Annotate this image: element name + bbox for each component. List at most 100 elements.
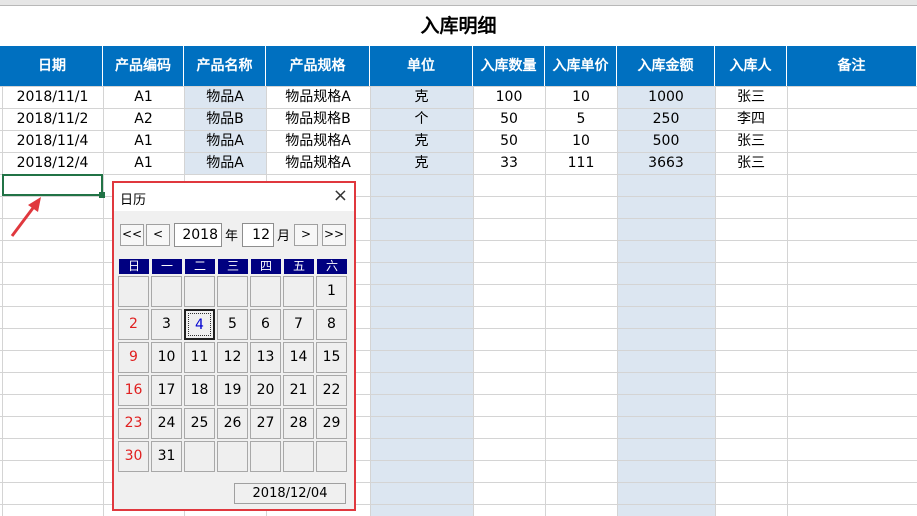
calendar-day[interactable]: 18 — [184, 375, 215, 406]
calendar-day[interactable]: 13 — [250, 342, 281, 373]
column-header: 入库数量 — [473, 46, 545, 86]
table-cell[interactable]: 100 — [473, 86, 545, 108]
table-cell[interactable]: 50 — [473, 130, 545, 152]
month-input[interactable]: 12 — [242, 223, 274, 247]
calendar-day[interactable]: 19 — [217, 375, 248, 406]
calendar-day-empty[interactable] — [217, 441, 248, 472]
table-cell[interactable]: 1000 — [617, 86, 715, 108]
calendar-day-empty[interactable] — [184, 276, 215, 307]
calendar-day[interactable]: 31 — [151, 441, 182, 472]
table-cell[interactable]: 克 — [370, 130, 473, 152]
table-cell[interactable]: 李四 — [715, 108, 787, 130]
calendar-day-empty[interactable] — [283, 276, 314, 307]
calendar-day[interactable]: 20 — [250, 375, 281, 406]
prev-month-button[interactable]: < — [146, 224, 170, 246]
calendar-day-empty[interactable] — [118, 276, 149, 307]
column-header: 入库人 — [715, 46, 787, 86]
calendar-day[interactable]: 1 — [316, 276, 347, 307]
calendar-day-empty[interactable] — [184, 441, 215, 472]
table-cell[interactable]: A2 — [103, 108, 184, 130]
calendar-day[interactable]: 30 — [118, 441, 149, 472]
year-input[interactable]: 2018 — [174, 223, 222, 247]
table-cell[interactable]: 克 — [370, 152, 473, 174]
table-cell[interactable]: 111 — [545, 152, 617, 174]
calendar-day-empty[interactable] — [250, 441, 281, 472]
calendar-day[interactable]: 25 — [184, 408, 215, 439]
calendar-day[interactable]: 12 — [217, 342, 248, 373]
table-cell[interactable] — [787, 86, 917, 108]
active-cell[interactable] — [2, 174, 103, 196]
table-cell[interactable] — [787, 108, 917, 130]
gridline — [0, 174, 917, 175]
calendar-day[interactable]: 9 — [118, 342, 149, 373]
calendar-day[interactable]: 23 — [118, 408, 149, 439]
table-cell[interactable]: 物品A — [184, 86, 266, 108]
calendar-day[interactable]: 24 — [151, 408, 182, 439]
table-cell[interactable]: A1 — [103, 130, 184, 152]
table-cell[interactable]: 物品规格A — [266, 152, 370, 174]
table-cell[interactable]: 物品规格B — [266, 108, 370, 130]
table-cell[interactable]: 张三 — [715, 152, 787, 174]
prev-year-button[interactable]: << — [120, 224, 144, 246]
calendar-day[interactable]: 8 — [316, 309, 347, 340]
next-year-button[interactable]: >> — [322, 224, 346, 246]
table-cell[interactable]: 250 — [617, 108, 715, 130]
table-cell[interactable]: 5 — [545, 108, 617, 130]
calendar-day[interactable]: 15 — [316, 342, 347, 373]
calendar-day[interactable]: 3 — [151, 309, 182, 340]
table-cell[interactable]: 个 — [370, 108, 473, 130]
fill-handle[interactable] — [99, 192, 105, 198]
calendar-day[interactable]: 11 — [184, 342, 215, 373]
calendar-dialog: 日历 × << < 2018 年 12 月 > >> 日一二三四五六 12345… — [114, 183, 354, 509]
calendar-day[interactable]: 17 — [151, 375, 182, 406]
table-cell[interactable]: 50 — [473, 108, 545, 130]
calendar-day[interactable]: 16 — [118, 375, 149, 406]
table-cell[interactable]: 张三 — [715, 86, 787, 108]
column-header: 备注 — [787, 46, 917, 86]
column-header: 单位 — [370, 46, 473, 86]
table-cell[interactable]: 2018/11/1 — [2, 86, 103, 108]
table-cell[interactable]: 3663 — [617, 152, 715, 174]
calendar-day-empty[interactable] — [316, 441, 347, 472]
table-cell[interactable]: 克 — [370, 86, 473, 108]
calendar-day-empty[interactable] — [151, 276, 182, 307]
calendar-day[interactable]: 4 — [184, 309, 215, 340]
calendar-day[interactable]: 5 — [217, 309, 248, 340]
table-cell[interactable]: 物品B — [184, 108, 266, 130]
calendar-day[interactable]: 27 — [250, 408, 281, 439]
next-month-button[interactable]: > — [294, 224, 318, 246]
calendar-day[interactable]: 2 — [118, 309, 149, 340]
table-cell[interactable]: 10 — [545, 86, 617, 108]
calendar-day-empty[interactable] — [217, 276, 248, 307]
table-cell[interactable]: 10 — [545, 130, 617, 152]
table-cell[interactable]: 2018/11/4 — [2, 130, 103, 152]
calendar-day[interactable]: 14 — [283, 342, 314, 373]
table-cell[interactable]: 2018/11/2 — [2, 108, 103, 130]
calendar-day-empty[interactable] — [283, 441, 314, 472]
weekday-header: 六 — [317, 259, 347, 274]
table-cell[interactable]: 物品A — [184, 152, 266, 174]
calendar-day[interactable]: 29 — [316, 408, 347, 439]
table-cell[interactable]: 物品规格A — [266, 130, 370, 152]
table-cell[interactable]: A1 — [103, 152, 184, 174]
calendar-day-empty[interactable] — [250, 276, 281, 307]
table-cell[interactable]: 33 — [473, 152, 545, 174]
calendar-day[interactable]: 21 — [283, 375, 314, 406]
annotation-arrow-icon — [10, 197, 41, 237]
table-cell[interactable] — [787, 130, 917, 152]
close-icon[interactable]: × — [333, 186, 348, 206]
table-cell[interactable]: 物品规格A — [266, 86, 370, 108]
table-cell[interactable]: 张三 — [715, 130, 787, 152]
table-cell[interactable]: 2018/12/4 — [2, 152, 103, 174]
calendar-day[interactable]: 22 — [316, 375, 347, 406]
calendar-day[interactable]: 7 — [283, 309, 314, 340]
calendar-day[interactable]: 6 — [250, 309, 281, 340]
table-cell[interactable]: 500 — [617, 130, 715, 152]
calendar-day[interactable]: 28 — [283, 408, 314, 439]
table-cell[interactable] — [787, 152, 917, 174]
calendar-day[interactable]: 10 — [151, 342, 182, 373]
table-cell[interactable]: 物品A — [184, 130, 266, 152]
table-cell[interactable]: A1 — [103, 86, 184, 108]
weekday-header: 三 — [218, 259, 248, 274]
calendar-day[interactable]: 26 — [217, 408, 248, 439]
